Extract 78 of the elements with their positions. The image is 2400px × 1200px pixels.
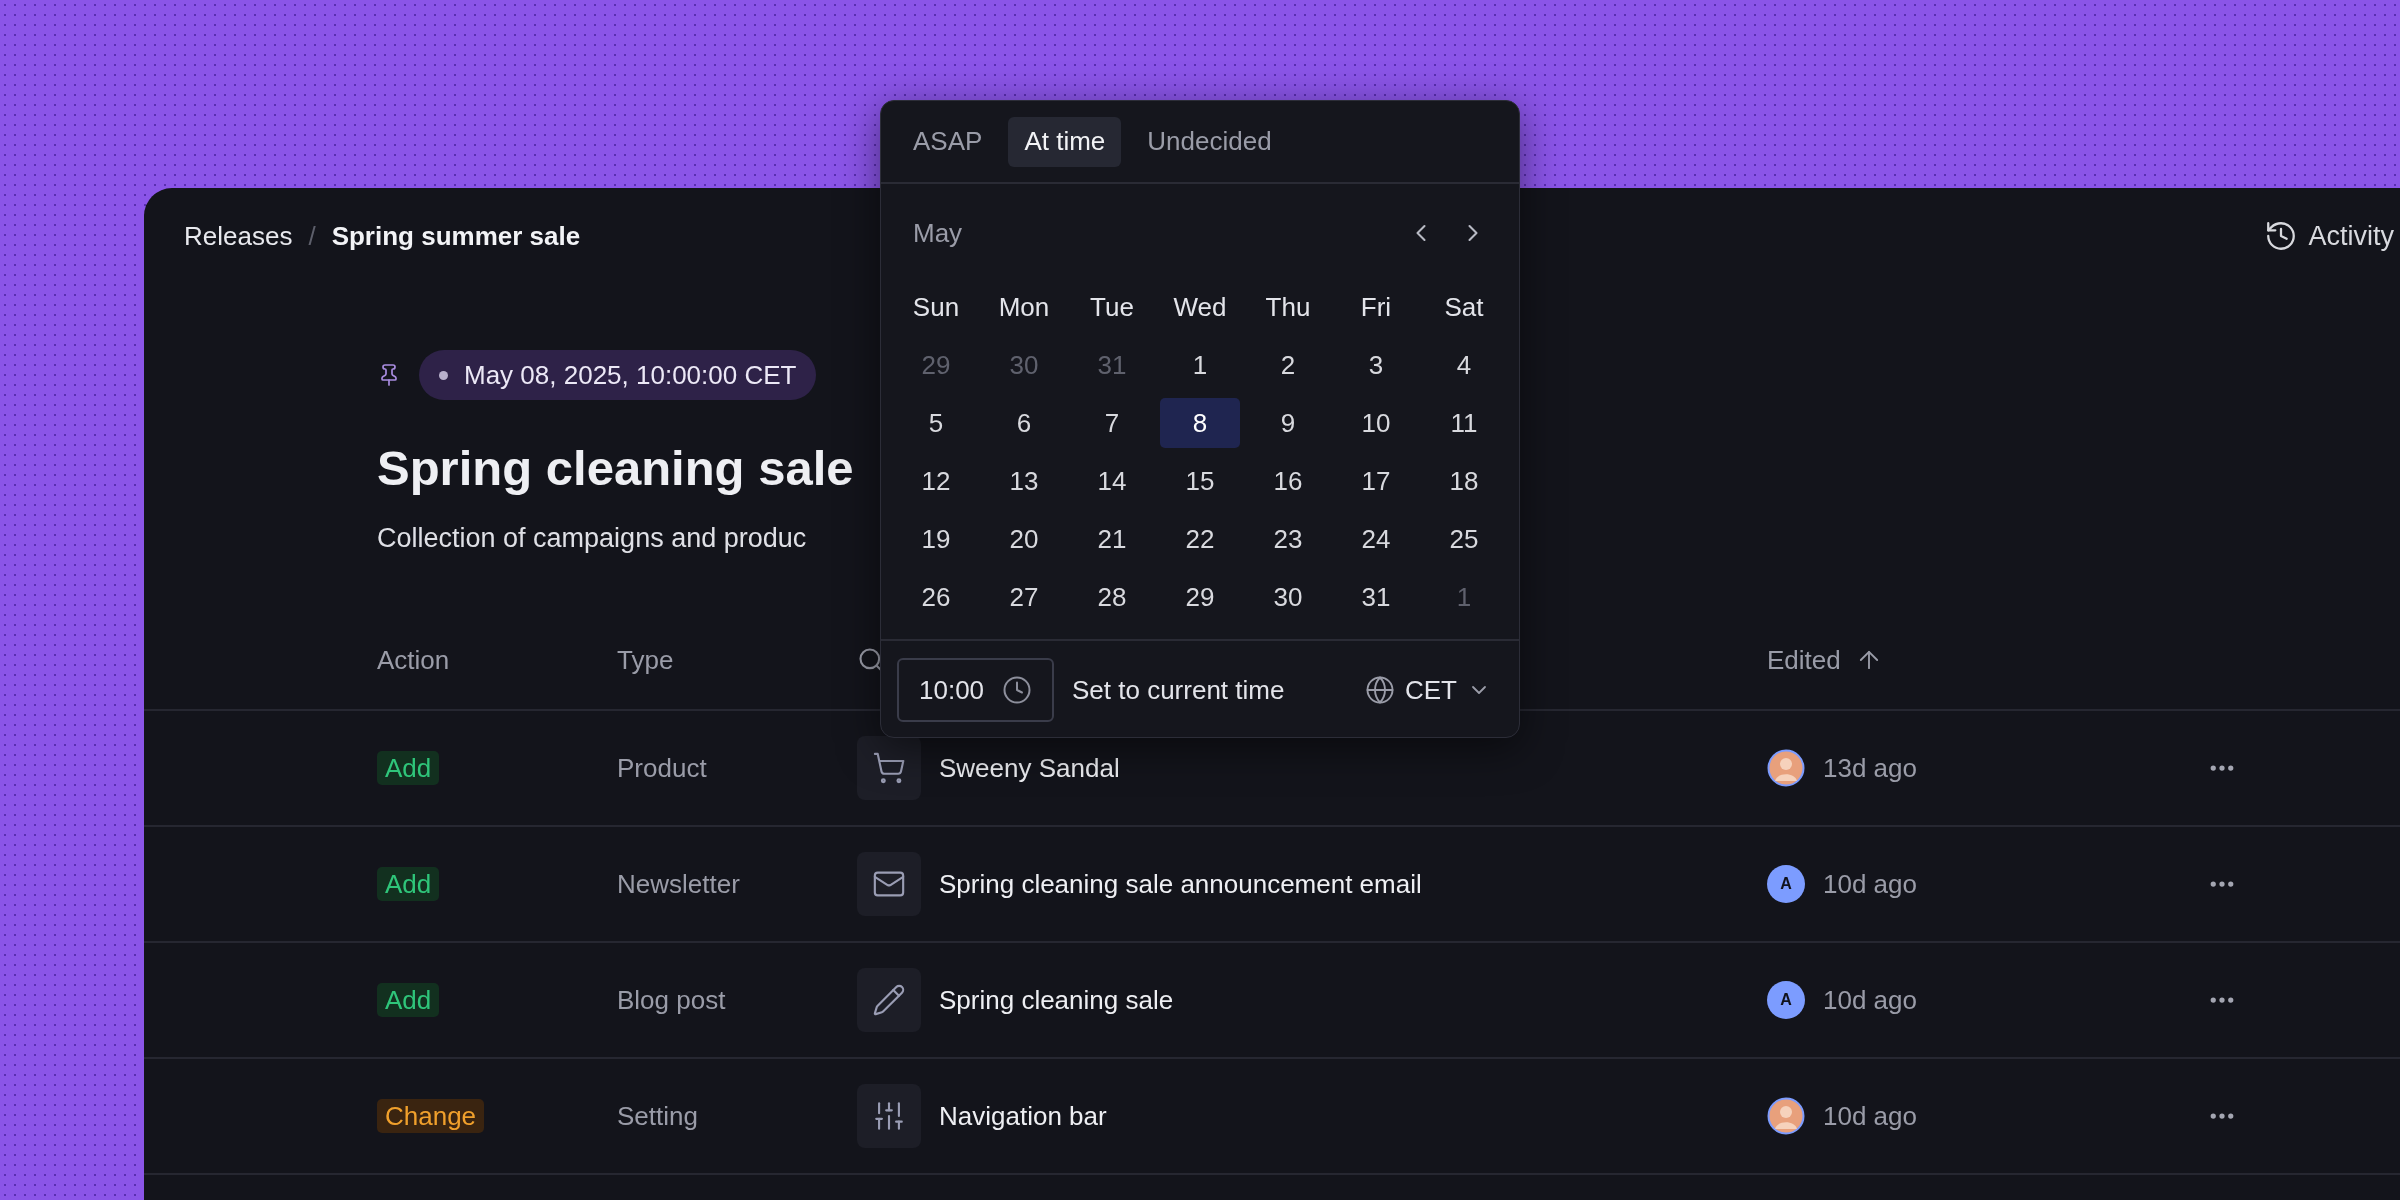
action-tag: Add xyxy=(377,866,440,901)
activity-button[interactable]: Activity xyxy=(2264,215,2394,257)
sliders-icon xyxy=(857,1084,921,1148)
type-cell-text: Newsletter xyxy=(617,867,740,901)
type-cell-text: Product xyxy=(617,751,707,785)
calendar-day[interactable]: 18 xyxy=(1424,456,1504,506)
month-label: May xyxy=(913,216,963,250)
time-input[interactable]: 10:00 xyxy=(897,658,1054,722)
calendar-day[interactable]: 9 xyxy=(1248,398,1328,448)
calendar-day[interactable]: 28 xyxy=(1072,572,1152,622)
page-title: Spring cleaning sale xyxy=(377,440,854,497)
calendar-day[interactable]: 4 xyxy=(1424,340,1504,390)
column-header[interactable]: Type xyxy=(617,640,857,680)
calendar-day[interactable]: 26 xyxy=(896,572,976,622)
calendar-day[interactable]: 25 xyxy=(1424,514,1504,564)
calendar-day[interactable]: 29 xyxy=(1160,572,1240,622)
calendar-day[interactable]: 16 xyxy=(1248,456,1328,506)
set-current-time-button[interactable]: Set to current time xyxy=(1072,670,1285,710)
pencil-icon xyxy=(857,968,921,1032)
column-header[interactable]: Edited xyxy=(1767,640,1883,680)
column-header[interactable]: Action xyxy=(377,640,617,680)
schedule-tab[interactable]: Undecided xyxy=(1131,116,1288,167)
calendar-day[interactable]: 31 xyxy=(1336,572,1416,622)
clock-icon xyxy=(1002,675,1032,705)
action-tag: Add xyxy=(377,982,440,1017)
item-name[interactable]: Navigation bar xyxy=(939,1096,1107,1136)
type-cell-text: Setting xyxy=(617,1099,698,1133)
calendar-day[interactable]: 10 xyxy=(1336,398,1416,448)
edited-time: 10d ago xyxy=(1823,867,1917,901)
calendar-day[interactable]: 3 xyxy=(1336,340,1416,390)
calendar-day[interactable]: 1 xyxy=(1160,340,1240,390)
type-cell-text: Blog post xyxy=(617,983,726,1017)
edited-time: 13d ago xyxy=(1823,751,1917,785)
calendar-day[interactable]: 2 xyxy=(1248,340,1328,390)
action-tag: Add xyxy=(377,750,440,785)
breadcrumb-current: Spring summer sale xyxy=(331,219,581,253)
calendar-day[interactable]: 13 xyxy=(984,456,1064,506)
page-description: Collection of campaigns and produc xyxy=(377,522,807,555)
item-name[interactable]: Spring cleaning sale announcement email xyxy=(939,864,1422,904)
calendar-day[interactable]: 7 xyxy=(1072,398,1152,448)
weekday-label: Wed xyxy=(1173,290,1227,324)
calendar-day[interactable]: 12 xyxy=(896,456,976,506)
avatar: A xyxy=(1767,981,1805,1019)
calendar-day[interactable]: 24 xyxy=(1336,514,1416,564)
weekday-label: Mon xyxy=(998,290,1050,324)
calendar-day[interactable]: 11 xyxy=(1424,398,1504,448)
weekday-label: Sat xyxy=(1444,290,1484,324)
calendar-day[interactable]: 14 xyxy=(1072,456,1152,506)
calendar-day[interactable]: 30 xyxy=(1248,572,1328,622)
weekday-label: Tue xyxy=(1090,290,1134,324)
calendar-day[interactable]: 5 xyxy=(896,398,976,448)
edited-time: 10d ago xyxy=(1823,983,1917,1017)
schedule-tab[interactable]: ASAP xyxy=(897,116,999,167)
calendar-day[interactable]: 27 xyxy=(984,572,1064,622)
calendar-day[interactable]: 17 xyxy=(1336,456,1416,506)
breadcrumb-link[interactable]: Releases xyxy=(184,216,293,256)
calendar-day[interactable]: 6 xyxy=(984,398,1064,448)
globe-icon xyxy=(1365,675,1395,705)
schedule-tab[interactable]: At time xyxy=(1008,116,1122,167)
item-name[interactable]: Spring cleaning sale xyxy=(939,980,1174,1020)
calendar-day[interactable]: 15 xyxy=(1160,456,1240,506)
weekday-label: Thu xyxy=(1265,290,1311,324)
timezone-dropdown[interactable]: CET xyxy=(1365,670,1491,710)
weekday-label: Fri xyxy=(1360,290,1392,324)
item-name[interactable]: Sweeny Sandal xyxy=(939,748,1120,788)
action-tag: Change xyxy=(377,1098,485,1133)
calendar-day[interactable]: 19 xyxy=(896,514,976,564)
edited-time: 10d ago xyxy=(1823,1099,1917,1133)
breadcrumb-separator: / xyxy=(308,219,316,253)
date-badge[interactable]: May 08, 2025, 10:00:00 CET xyxy=(419,350,817,400)
envelope-icon xyxy=(857,852,921,916)
weekday-label: Sun xyxy=(912,290,960,324)
calendar-day[interactable]: 20 xyxy=(984,514,1064,564)
avatar: A xyxy=(1767,865,1805,903)
calendar-day[interactable]: 21 xyxy=(1072,514,1152,564)
calendar-day[interactable]: 23 xyxy=(1248,514,1328,564)
calendar-day[interactable]: 8 xyxy=(1160,398,1240,448)
calendar-day[interactable]: 22 xyxy=(1160,514,1240,564)
